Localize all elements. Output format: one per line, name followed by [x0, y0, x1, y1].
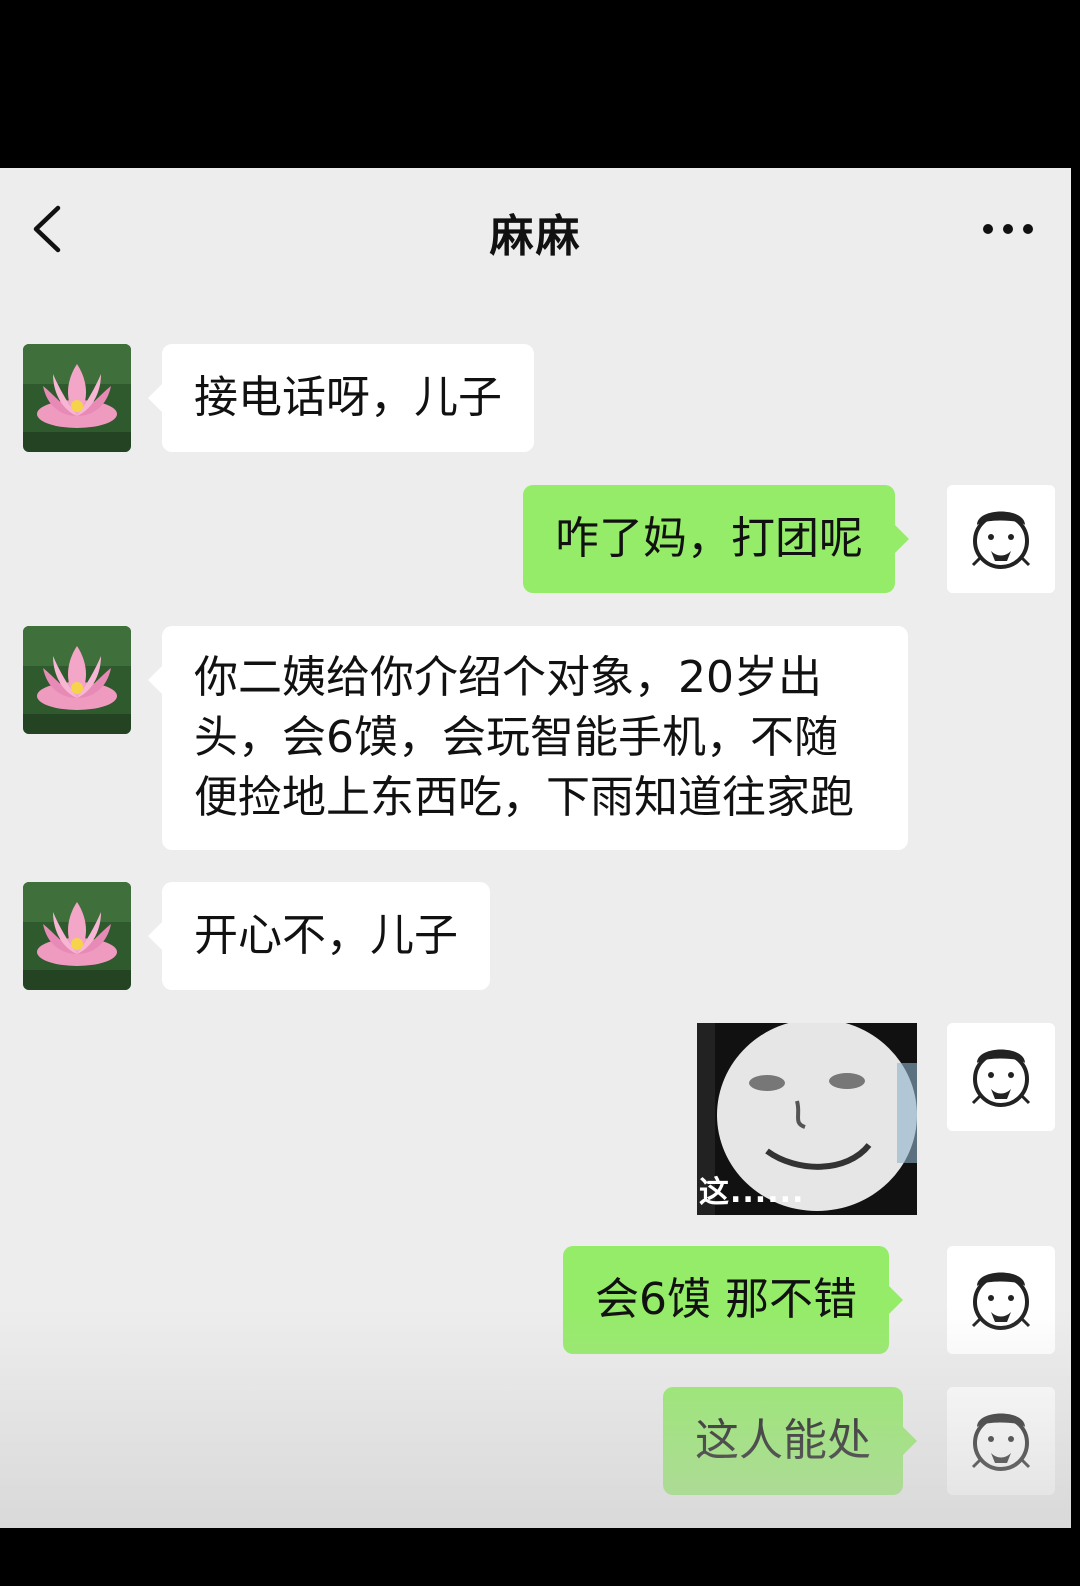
doodle-face-avatar-image: [947, 1023, 1055, 1131]
message-bubble-incoming[interactable]: 你二姨给你介绍个对象，20岁出 头，会6馍，会玩智能手机，不随 便捡地上东西吃，…: [148, 626, 908, 850]
doodle-face-avatar-image: [947, 485, 1055, 593]
chat-header: 麻麻: [0, 168, 1071, 288]
my-avatar[interactable]: [947, 1387, 1055, 1495]
lotus-avatar-image: [23, 882, 131, 990]
my-avatar[interactable]: [947, 1023, 1055, 1131]
message-text: 接电话呀，儿子: [194, 372, 502, 423]
contact-avatar[interactable]: [23, 344, 131, 452]
message-bubble-outgoing[interactable]: 咋了妈，打团呢: [523, 485, 909, 593]
message-text: 这人能处: [695, 1415, 871, 1466]
message-bubble-incoming[interactable]: 接电话呀，儿子: [148, 344, 534, 452]
my-avatar[interactable]: [947, 1246, 1055, 1354]
message-bubble-incoming[interactable]: 开心不，儿子: [148, 882, 490, 990]
message-text-line: 便捡地上东西吃，下雨知道往家跑: [194, 772, 854, 823]
contact-avatar[interactable]: [23, 882, 131, 990]
meme-sticker[interactable]: 这......: [697, 1023, 917, 1215]
lotus-avatar-image: [23, 344, 131, 452]
sticker-caption: 这......: [699, 1175, 805, 1210]
doodle-face-avatar-image: [947, 1246, 1055, 1354]
message-text: 开心不，儿子: [194, 910, 458, 961]
contact-avatar[interactable]: [23, 626, 131, 734]
doodle-face-avatar-image: [947, 1387, 1055, 1495]
message-text: 咋了妈，打团呢: [555, 513, 863, 564]
message-text-line: 头，会6馍，会玩智能手机，不随: [194, 712, 838, 763]
more-horizontal-icon[interactable]: [981, 218, 1037, 242]
message-bubble-outgoing[interactable]: 这人能处: [663, 1387, 917, 1495]
chat-screen: 麻麻 接电话呀，儿子 咋了妈，打团呢 你二姨给你介绍个对象，20岁出 头，会6馍…: [0, 168, 1071, 1528]
message-text: 会6馍 那不错: [595, 1274, 857, 1325]
chat-title: 麻麻: [489, 211, 582, 262]
message-bubble-outgoing[interactable]: 会6馍 那不错: [563, 1246, 903, 1354]
my-avatar[interactable]: [947, 485, 1055, 593]
message-text-line: 你二姨给你介绍个对象，20岁出: [194, 652, 822, 703]
lotus-avatar-image: [23, 626, 131, 734]
bottom-shade: [0, 1308, 1071, 1528]
